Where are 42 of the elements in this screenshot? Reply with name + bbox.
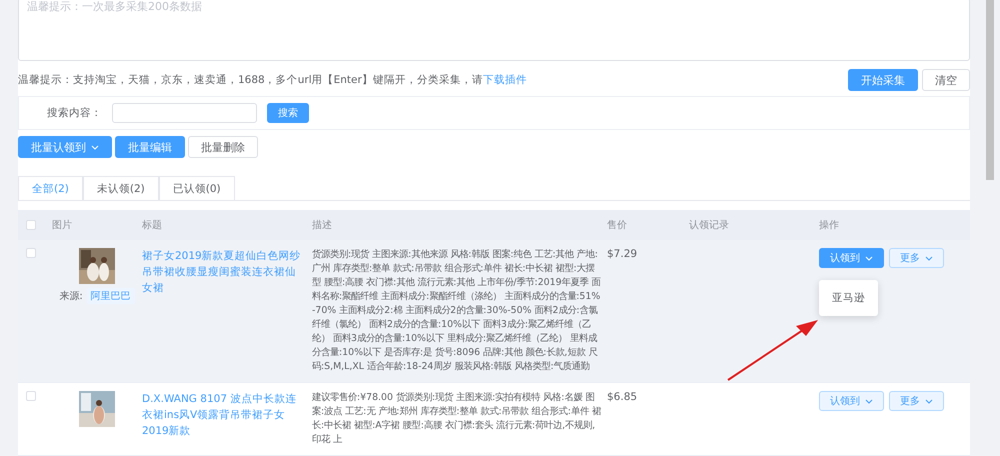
hint-text: 温馨提示：支持淘宝，天猫，京东，速卖通，1688，多个url用【Enter】键隔开，分类采集，请下载插件 [18,73,527,88]
scrollbar-thumb[interactable] [986,0,994,180]
download-plugin-link[interactable]: 下载插件 [482,74,527,86]
source-label: 来源: [59,290,83,303]
description-text: 建议零售价:¥78.00 货源类别:现货 主图来源:实拍有模特 风格:名媛 图案:波点 工艺:无 产地:郑州 库存类型:整单 款式:吊带款 组合形式:单件 裙长:中长裙 裙型:A字裙 腰型:高腰 衣门襟:套头 流行元素:荷叶边,不规则,印花 上 [312,391,602,447]
search-label: 搜索内容： [47,106,102,120]
batch-button[interactable]: 批量删除 [188,136,258,158]
column-header: 操作 [819,219,840,232]
filter-tab[interactable]: 未认领(2) [82,176,159,200]
product-title-link[interactable]: 裙子女2019新款夏超仙白色网纱吊带裙收腰显瘦闺蜜装连衣裙仙女裙 [142,248,312,296]
action-dropdown-button[interactable]: 认领到 [819,391,884,411]
start-collect-button[interactable]: 开始采集 [848,69,918,92]
row-checkbox[interactable] [26,391,36,401]
price-text: $7.29 [607,248,638,260]
column-header: 描述 [312,218,333,232]
filter-tab[interactable]: 全部(2) [18,176,83,200]
search-button[interactable]: 搜索 [267,103,309,124]
caret-icon [865,256,873,260]
action-dropdown-button[interactable]: 认领到 [819,248,884,268]
row-checkbox[interactable] [26,248,36,258]
filter-tab[interactable]: 已认领(0) [158,176,235,200]
source-tag: 阿里巴巴 [86,288,135,304]
clear-button[interactable]: 清空 [922,69,970,92]
batch-button[interactable]: 批量认领到 [18,136,112,158]
caret-icon [865,398,873,404]
batch-button[interactable]: 批量编辑 [115,136,185,158]
menu-item[interactable]: 亚马逊 [819,286,878,310]
caret-icon [91,144,99,150]
column-header: 认领记录 [689,219,730,232]
column-header: 售价 [607,219,628,232]
select-all-checkbox[interactable] [26,220,36,230]
description-text: 货源类别:现货 主图来源:其他来源 风格:韩版 图案:纯色 工艺:其他 产地:广州 库存类型:整单 款式:吊带款 组合形式:单件 裙长:中长裙 裙型:大摆型 腰型:高腰 衣门襟:其他 流行元素:其他 上市年份/季节:2019年夏季 面料名称:聚酯纤维 主面料成分:聚酯纤维（涤纶） 主面料成分的含量:51%-70% 主面料成分2:棉 主面料成分2的含量:30%-50% 面料2成分:含氯纤维（氯纶） 面料2成分的含量:10%以下 面料3成分:聚乙烯纤维（乙纶） 面料3成分的含量:10%以下 里料成分:聚乙烯纤维（乙纶） 里料成分含量:10%以下 是否库存:是 货号:8096 品牌:其他 颜色:长款,短款 尺码:S,M,L,XL 适合年龄:18-24周岁 服装风格:韩版 风格类型:气质通勤 [312,248,602,374]
column-header: 标题 [142,218,163,232]
product-title-link[interactable]: D.X.WANG 8107 波点中长款连衣裙ins风V领露背吊带裙子女2019新款 [142,391,312,439]
caret-icon [925,256,933,260]
price-text: $6.85 [607,391,638,403]
url-input-field[interactable]: 温馨提示：一次最多采集200条数据 [18,0,970,62]
column-header: 图片 [52,218,73,232]
action-dropdown-button[interactable]: 更多 [889,248,944,268]
caret-icon [925,398,933,404]
action-dropdown-button[interactable]: 更多 [889,391,944,411]
search-field[interactable] [112,103,257,124]
